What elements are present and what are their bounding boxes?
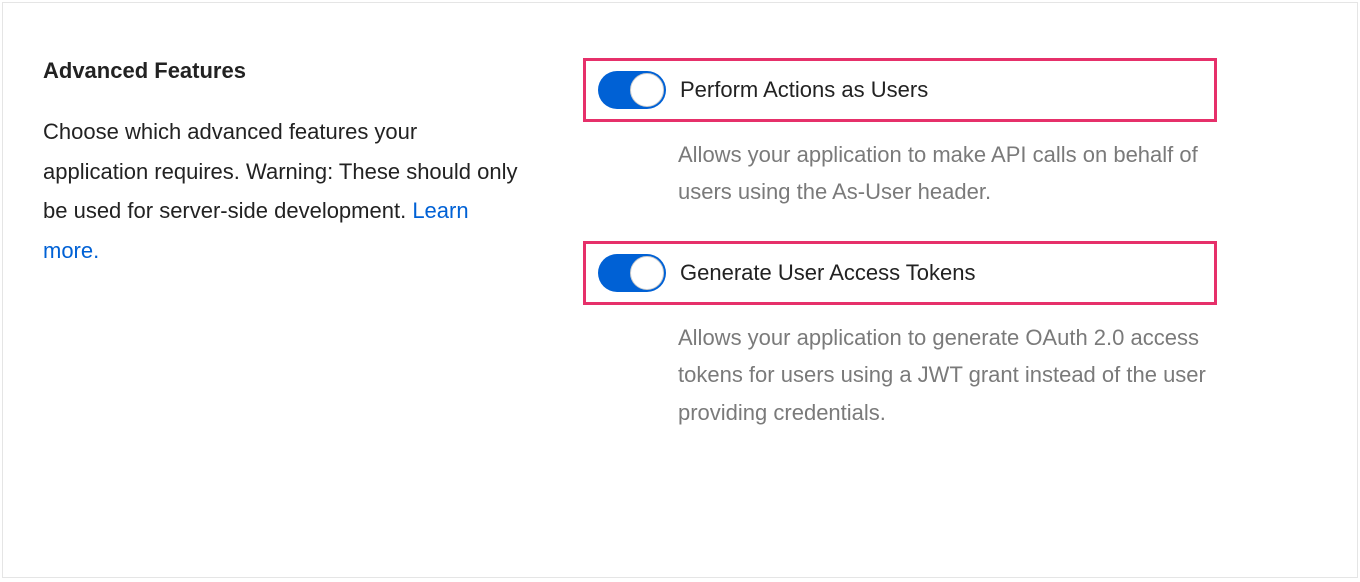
toggle-knob-icon [630, 256, 664, 290]
feature-label: Generate User Access Tokens [680, 260, 976, 286]
right-column: Perform Actions as Users Allows your app… [583, 58, 1317, 522]
feature-row-perform-actions: Perform Actions as Users [583, 58, 1217, 122]
left-column: Advanced Features Choose which advanced … [43, 58, 583, 522]
toggle-perform-actions[interactable] [598, 71, 666, 109]
section-title: Advanced Features [43, 58, 523, 84]
toggle-knob-icon [630, 73, 664, 107]
feature-description: Allows your application to generate OAut… [678, 319, 1217, 431]
advanced-features-panel: Advanced Features Choose which advanced … [2, 2, 1358, 578]
feature-label: Perform Actions as Users [680, 77, 928, 103]
toggle-generate-tokens[interactable] [598, 254, 666, 292]
feature-description: Allows your application to make API call… [678, 136, 1217, 211]
section-description: Choose which advanced features your appl… [43, 112, 523, 270]
feature-row-generate-tokens: Generate User Access Tokens [583, 241, 1217, 305]
